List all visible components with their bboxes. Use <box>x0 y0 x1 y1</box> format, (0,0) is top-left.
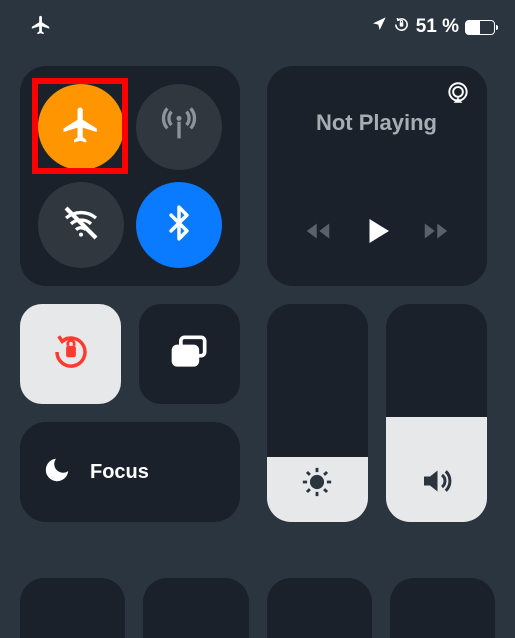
partial-tile-1[interactable] <box>20 578 125 638</box>
media-controls <box>281 213 473 254</box>
airplane-mode-toggle[interactable] <box>38 84 124 170</box>
rewind-button[interactable] <box>303 216 333 251</box>
focus-label: Focus <box>90 461 149 484</box>
airplane-icon <box>60 104 102 151</box>
speaker-icon <box>418 463 454 504</box>
sun-icon <box>300 465 334 504</box>
connectivity-tile[interactable] <box>20 66 240 286</box>
row2-left-cluster: Focus <box>20 304 240 522</box>
focus-toggle[interactable]: Focus <box>20 422 240 522</box>
airplay-icon[interactable] <box>445 80 471 111</box>
bluetooth-icon <box>160 204 198 247</box>
brightness-slider[interactable] <box>267 304 368 522</box>
wifi-off-icon <box>61 203 101 248</box>
orientation-lock-toggle[interactable] <box>20 304 121 404</box>
status-left <box>30 14 52 41</box>
location-services-icon <box>371 16 387 38</box>
battery-fill <box>466 21 480 34</box>
orientation-lock-icon <box>50 331 92 378</box>
media-playback-tile[interactable]: Not Playing <box>267 66 487 286</box>
volume-slider[interactable] <box>386 304 487 522</box>
control-center-grid: Not Playing <box>0 50 515 522</box>
status-right: 51 % <box>371 16 495 39</box>
wifi-toggle[interactable] <box>38 182 124 268</box>
partial-tile-3[interactable] <box>267 578 372 638</box>
status-bar: 51 % <box>0 0 515 50</box>
fast-forward-button[interactable] <box>421 216 451 251</box>
screen-mirroring-button[interactable] <box>139 304 240 404</box>
partial-tile-2[interactable] <box>143 578 248 638</box>
battery-percent-text: 51 % <box>416 16 459 38</box>
cellular-antenna-icon <box>159 105 199 150</box>
play-button[interactable] <box>359 213 395 254</box>
screen-mirroring-icon <box>168 330 212 379</box>
cellular-data-toggle[interactable] <box>136 84 222 170</box>
partial-next-row <box>20 578 495 638</box>
airplane-mode-status-icon <box>30 14 52 41</box>
row2-right-cluster <box>267 304 487 522</box>
battery-icon <box>465 20 495 35</box>
partial-tile-4[interactable] <box>390 578 495 638</box>
bluetooth-toggle[interactable] <box>136 182 222 268</box>
moon-icon <box>42 455 72 490</box>
orientation-lock-status-icon <box>393 16 410 39</box>
now-playing-label: Not Playing <box>316 110 437 136</box>
